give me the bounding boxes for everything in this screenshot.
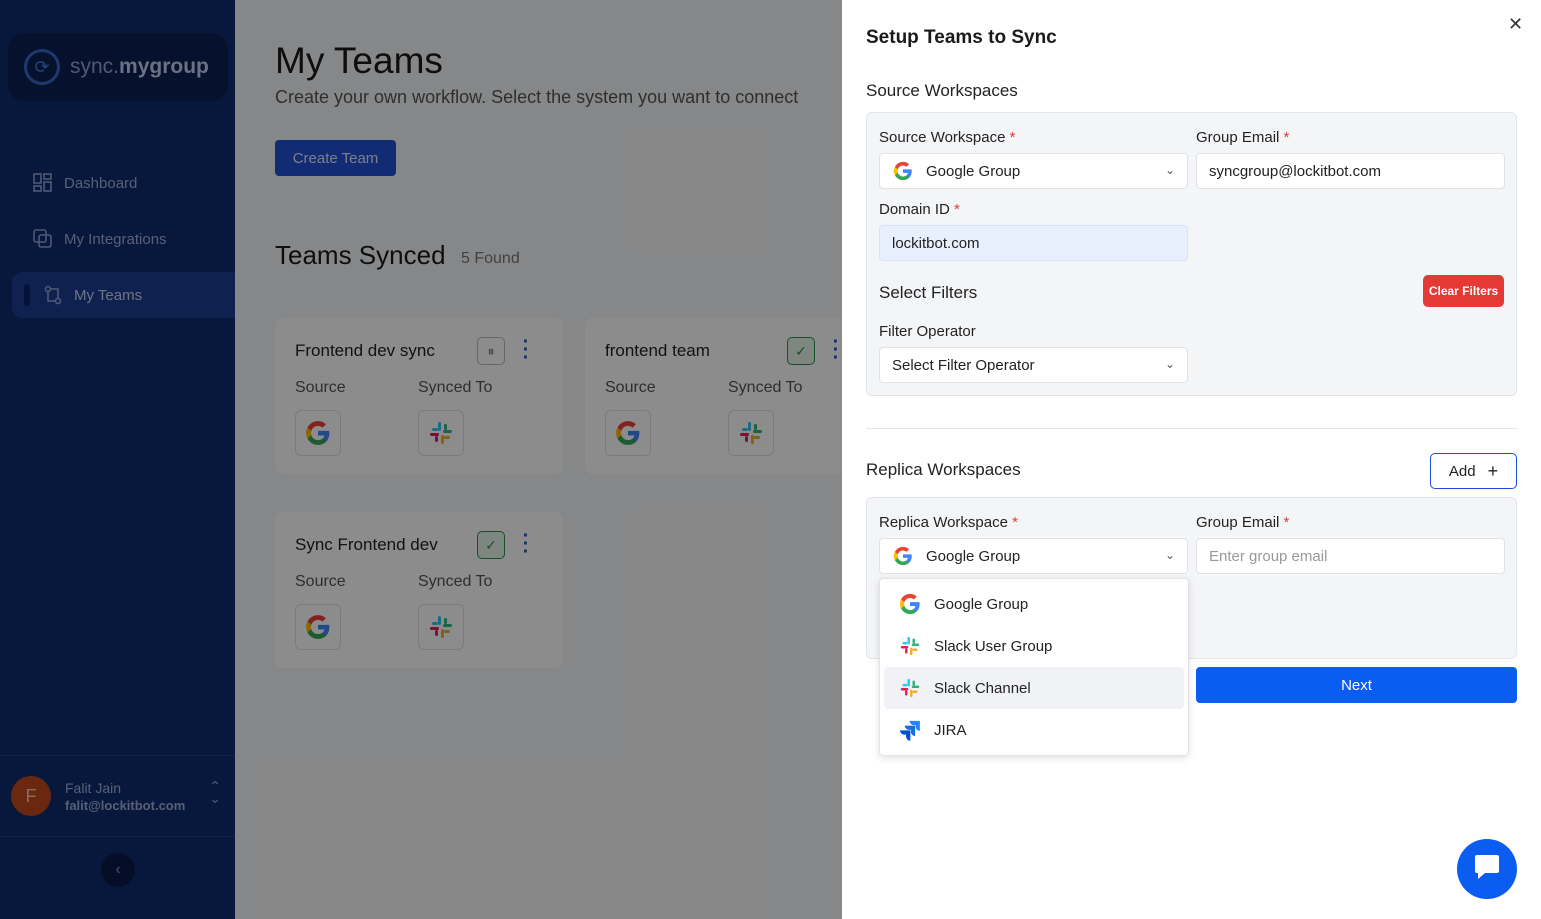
chat-icon xyxy=(1472,853,1502,886)
source-workspaces-title: Source Workspaces xyxy=(866,81,1018,100)
replica-workspace-select[interactable]: Google Group ⌄ xyxy=(879,538,1188,574)
group-email-label: Group Email * xyxy=(1196,129,1290,146)
slack-icon xyxy=(898,634,922,658)
filter-operator-select[interactable]: Select Filter Operator ⌄ xyxy=(879,347,1188,383)
jira-icon xyxy=(898,718,922,742)
google-icon xyxy=(892,545,914,567)
option-label: Google Group xyxy=(934,595,1029,613)
plus-icon: + xyxy=(1487,461,1499,481)
replica-workspace-dropdown: Google Group Slack User Group Slack Chan… xyxy=(879,578,1189,756)
google-icon xyxy=(892,160,914,182)
replica-workspaces-title: Replica Workspaces xyxy=(866,460,1021,479)
clear-filters-button[interactable]: Clear Filters xyxy=(1423,275,1504,307)
chevron-down-icon: ⌄ xyxy=(1164,357,1175,371)
select-value: Select Filter Operator xyxy=(892,356,1035,374)
option-label: Slack Channel xyxy=(934,679,1031,697)
replica-group-email-input[interactable] xyxy=(1196,538,1505,574)
chat-button[interactable] xyxy=(1457,839,1517,899)
replica-workspace-label: Replica Workspace * xyxy=(879,514,1018,531)
select-value: Google Group xyxy=(926,547,1021,565)
google-icon xyxy=(898,592,922,616)
chevron-down-icon: ⌄ xyxy=(1164,548,1175,562)
replica-group-email-label: Group Email * xyxy=(1196,514,1290,531)
slack-icon xyxy=(898,676,922,700)
dropdown-option-google-group[interactable]: Google Group xyxy=(884,583,1184,625)
source-workspace-label: Source Workspace * xyxy=(879,129,1016,146)
next-button[interactable]: Next xyxy=(1196,667,1517,703)
source-group-email-input[interactable] xyxy=(1196,153,1505,189)
domain-id-input[interactable] xyxy=(879,225,1188,261)
dropdown-option-slack-user-group[interactable]: Slack User Group xyxy=(884,625,1184,667)
add-button-label: Add xyxy=(1448,462,1476,480)
option-label: JIRA xyxy=(934,721,967,739)
setup-teams-drawer: ✕ Setup Teams to Sync Source Workspaces … xyxy=(842,0,1541,919)
close-icon[interactable]: ✕ xyxy=(1508,14,1523,35)
domain-id-label: Domain ID * xyxy=(879,201,960,218)
select-filters-title: Select Filters xyxy=(879,283,978,302)
source-workspace-panel: Source Workspace * Google Group ⌄ Group … xyxy=(866,112,1517,396)
section-divider xyxy=(866,428,1517,429)
select-value: Google Group xyxy=(926,162,1021,180)
drawer-title: Setup Teams to Sync xyxy=(866,27,1057,48)
filter-operator-label: Filter Operator xyxy=(879,323,976,340)
source-workspace-select[interactable]: Google Group ⌄ xyxy=(879,153,1188,189)
dropdown-option-jira[interactable]: JIRA xyxy=(884,709,1184,751)
dropdown-option-slack-channel[interactable]: Slack Channel xyxy=(884,667,1184,709)
chevron-down-icon: ⌄ xyxy=(1164,163,1175,177)
modal-backdrop[interactable] xyxy=(0,0,842,919)
option-label: Slack User Group xyxy=(934,637,1053,655)
add-replica-button[interactable]: Add + xyxy=(1430,453,1517,489)
